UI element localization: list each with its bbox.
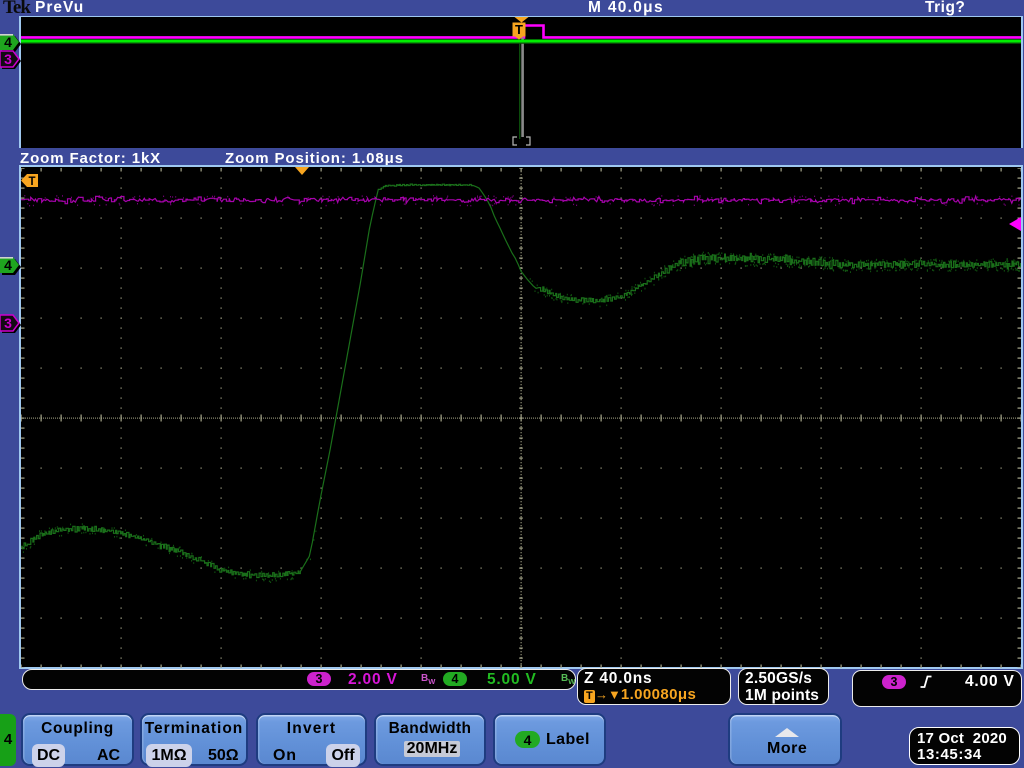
- svg-text:T: T: [515, 22, 523, 37]
- svg-text:4: 4: [4, 34, 12, 50]
- svg-text:4: 4: [4, 257, 12, 273]
- svg-text:T: T: [28, 176, 35, 188]
- svg-text:3: 3: [4, 315, 12, 331]
- svg-text:3: 3: [4, 51, 12, 67]
